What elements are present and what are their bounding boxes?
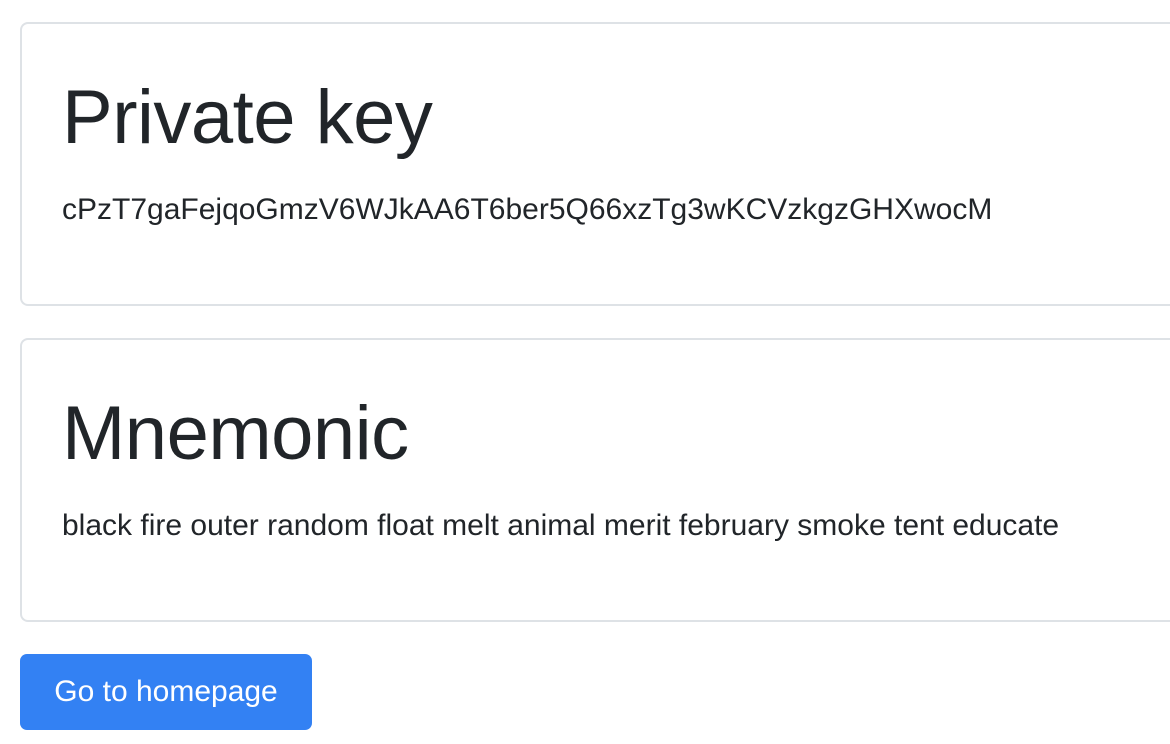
private-key-value: cPzT7gaFejqoGmzV6WJkAA6T6ber5Q66xzTg3wKC… <box>62 193 993 226</box>
private-key-heading: Private key <box>62 75 433 160</box>
mnemonic-heading: Mnemonic <box>62 391 409 476</box>
go-to-homepage-button[interactable]: Go to homepage <box>20 654 312 730</box>
mnemonic-value: black fire outer random float melt anima… <box>62 509 1060 542</box>
private-key-card: Private key cPzT7gaFejqoGmzV6WJkAA6T6ber… <box>20 22 1170 306</box>
page: Private key cPzT7gaFejqoGmzV6WJkAA6T6ber… <box>0 0 1170 744</box>
mnemonic-card: Mnemonic black fire outer random float m… <box>20 338 1170 622</box>
